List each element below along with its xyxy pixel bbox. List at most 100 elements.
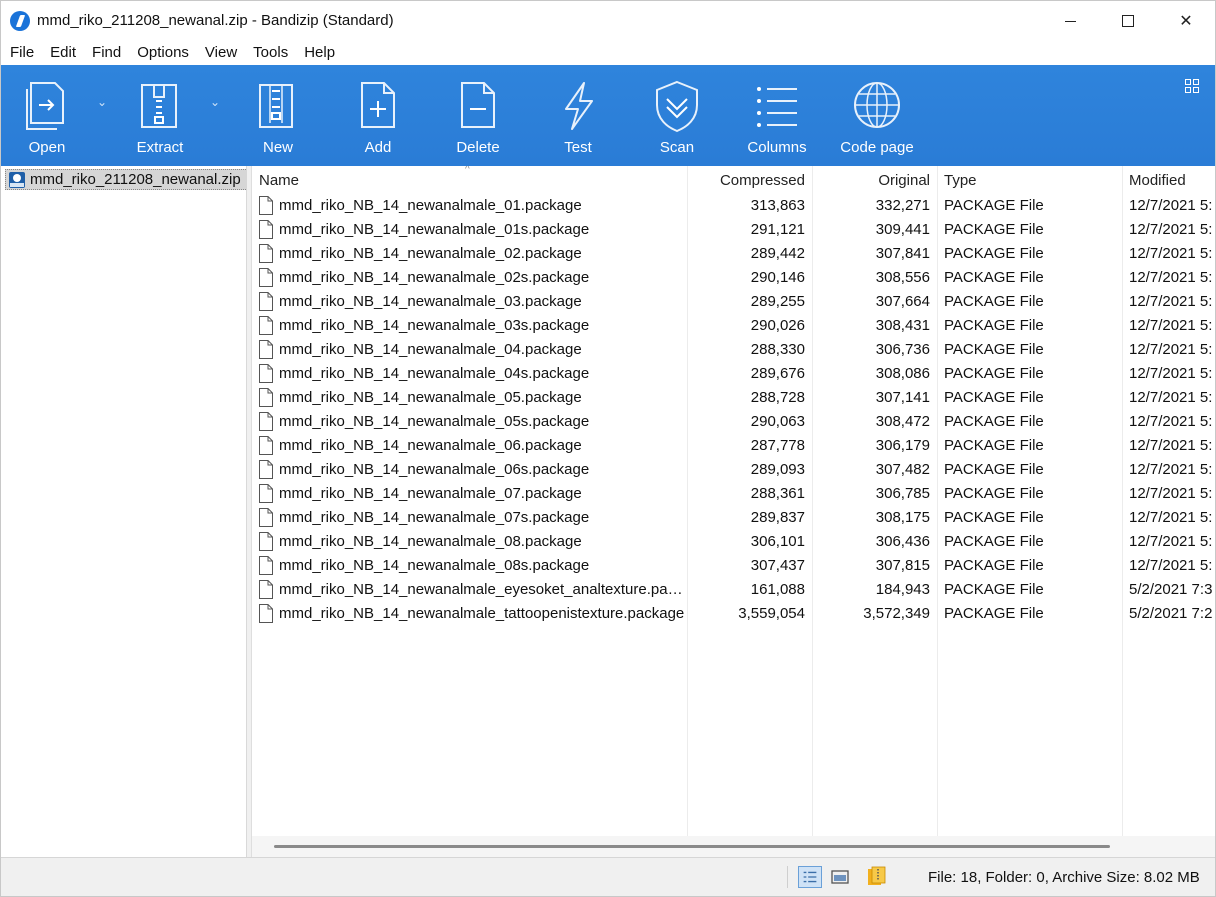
- table-row[interactable]: mmd_riko_NB_14_newanalmale_tattoopeniste…: [252, 602, 1215, 626]
- table-row[interactable]: mmd_riko_NB_14_newanalmale_03s.package 29…: [252, 314, 1215, 338]
- extract-dropdown-arrow[interactable]: ⌄: [210, 95, 220, 109]
- original-size: 307,482: [875, 461, 930, 478]
- file-type: PACKAGE File: [944, 341, 1044, 358]
- table-row[interactable]: mmd_riko_NB_14_newanalmale_eyesoket_anal…: [252, 578, 1215, 602]
- column-header-type[interactable]: Type: [944, 172, 977, 189]
- table-row[interactable]: mmd_riko_NB_14_newanalmale_01.package 313…: [252, 194, 1215, 218]
- scan-button[interactable]: Scan: [632, 65, 722, 166]
- folder-zip-icon[interactable]: [867, 866, 887, 886]
- new-label: New: [262, 139, 293, 156]
- modified-date: 12/7/2021 5:: [1129, 437, 1213, 454]
- file-name: mmd_riko_NB_14_newanalmale_06.package: [279, 437, 582, 454]
- file-name: mmd_riko_NB_14_newanalmale_02s.package: [279, 269, 590, 286]
- new-button[interactable]: New: [233, 65, 323, 166]
- file-name: mmd_riko_NB_14_newanalmale_eyesoket_anal…: [279, 581, 685, 598]
- open-dropdown-arrow[interactable]: ⌄: [97, 95, 107, 109]
- file-name: mmd_riko_NB_14_newanalmale_tattoopeniste…: [279, 605, 685, 622]
- original-size: 307,815: [875, 557, 930, 574]
- file-icon: [259, 508, 273, 527]
- original-size: 184,943: [875, 581, 930, 598]
- close-button[interactable]: ✕: [1157, 1, 1215, 41]
- file-type: PACKAGE File: [944, 581, 1044, 598]
- table-row[interactable]: mmd_riko_NB_14_newanalmale_06s.package 28…: [252, 458, 1215, 482]
- menu-file[interactable]: File: [2, 41, 42, 65]
- modified-date: 5/2/2021 7:2: [1129, 605, 1213, 622]
- menu-options[interactable]: Options: [129, 41, 197, 65]
- file-icon: [259, 388, 273, 407]
- original-size: 307,664: [875, 293, 930, 310]
- file-type: PACKAGE File: [944, 437, 1044, 454]
- table-row[interactable]: mmd_riko_NB_14_newanalmale_07s.package 28…: [252, 506, 1215, 530]
- file-type: PACKAGE File: [944, 317, 1044, 334]
- compressed-size: 288,330: [750, 341, 805, 358]
- file-icon: [259, 532, 273, 551]
- original-size: 3,572,349: [863, 605, 930, 622]
- code-page-label: Code page: [840, 139, 914, 156]
- open-button[interactable]: Open: [2, 65, 92, 166]
- file-name: mmd_riko_NB_14_newanalmale_08.package: [279, 533, 582, 550]
- file-icon: [259, 436, 273, 455]
- delete-button[interactable]: Delete: [433, 65, 523, 166]
- column-header-modified[interactable]: Modified: [1129, 172, 1186, 189]
- file-type: PACKAGE File: [944, 485, 1044, 502]
- horizontal-scroll-thumb[interactable]: [274, 845, 1110, 848]
- file-name: mmd_riko_NB_14_newanalmale_05s.package: [279, 413, 590, 430]
- table-row[interactable]: mmd_riko_NB_14_newanalmale_08s.package 30…: [252, 554, 1215, 578]
- file-name: mmd_riko_NB_14_newanalmale_08s.package: [279, 557, 590, 574]
- file-name: mmd_riko_NB_14_newanalmale_07.package: [279, 485, 582, 502]
- table-row[interactable]: mmd_riko_NB_14_newanalmale_05s.package 29…: [252, 410, 1215, 434]
- table-row[interactable]: mmd_riko_NB_14_newanalmale_04.package 288…: [252, 338, 1215, 362]
- column-header-compressed[interactable]: Compressed: [688, 172, 805, 189]
- compressed-size: 290,063: [750, 413, 805, 430]
- table-row[interactable]: mmd_riko_NB_14_newanalmale_02s.package 29…: [252, 266, 1215, 290]
- layout-grid-icon[interactable]: [1185, 79, 1199, 93]
- file-type: PACKAGE File: [944, 533, 1044, 550]
- test-button[interactable]: Test: [533, 65, 623, 166]
- menu-tools[interactable]: Tools: [245, 41, 296, 65]
- column-header-name[interactable]: Name: [259, 172, 299, 189]
- scan-shield-icon: [656, 80, 698, 133]
- preview-view-icon[interactable]: [828, 866, 852, 888]
- table-row[interactable]: mmd_riko_NB_14_newanalmale_06.package 287…: [252, 434, 1215, 458]
- zip-archive-icon: [9, 172, 25, 188]
- menu-view[interactable]: View: [197, 41, 245, 65]
- extract-button[interactable]: Extract: [115, 65, 205, 166]
- file-type: PACKAGE File: [944, 293, 1044, 310]
- tree-item-archive-root[interactable]: mmd_riko_211208_newanal.zip: [5, 169, 248, 190]
- maximize-button[interactable]: [1099, 1, 1157, 41]
- extract-icon: [141, 84, 177, 128]
- compressed-size: 289,837: [750, 509, 805, 526]
- menu-find[interactable]: Find: [84, 41, 129, 65]
- menu-edit[interactable]: Edit: [42, 41, 84, 65]
- original-size: 306,785: [875, 485, 930, 502]
- add-button[interactable]: Add: [333, 65, 423, 166]
- modified-date: 12/7/2021 5:: [1129, 341, 1213, 358]
- table-row[interactable]: mmd_riko_NB_14_newanalmale_01s.package 29…: [252, 218, 1215, 242]
- compressed-size: 290,146: [750, 269, 805, 286]
- compressed-size: 290,026: [750, 317, 805, 334]
- details-view-icon[interactable]: [798, 866, 822, 888]
- minimize-button[interactable]: [1041, 1, 1099, 41]
- table-row[interactable]: mmd_riko_NB_14_newanalmale_05.package 288…: [252, 386, 1215, 410]
- table-row[interactable]: mmd_riko_NB_14_newanalmale_07.package 288…: [252, 482, 1215, 506]
- file-icon: [259, 460, 273, 479]
- table-row[interactable]: mmd_riko_NB_14_newanalmale_04s.package 28…: [252, 362, 1215, 386]
- menu-help[interactable]: Help: [296, 41, 343, 65]
- code-page-button[interactable]: Code page: [827, 65, 927, 166]
- table-row[interactable]: mmd_riko_NB_14_newanalmale_02.package 289…: [252, 242, 1215, 266]
- new-archive-icon: [259, 84, 293, 128]
- file-icon: [259, 556, 273, 575]
- modified-date: 12/7/2021 5:: [1129, 221, 1213, 238]
- file-name: mmd_riko_NB_14_newanalmale_04.package: [279, 341, 582, 358]
- code-page-globe-icon: [854, 82, 900, 128]
- scan-label: Scan: [659, 139, 695, 156]
- file-name: mmd_riko_NB_14_newanalmale_01s.package: [279, 221, 590, 238]
- column-header-original[interactable]: Original: [812, 172, 930, 189]
- original-size: 308,472: [875, 413, 930, 430]
- table-row[interactable]: mmd_riko_NB_14_newanalmale_08.package 306…: [252, 530, 1215, 554]
- columns-button[interactable]: Columns: [732, 65, 822, 166]
- compressed-size: 306,101: [750, 533, 805, 550]
- modified-date: 5/2/2021 7:3: [1129, 581, 1213, 598]
- table-row[interactable]: mmd_riko_NB_14_newanalmale_03.package 289…: [252, 290, 1215, 314]
- file-type: PACKAGE File: [944, 557, 1044, 574]
